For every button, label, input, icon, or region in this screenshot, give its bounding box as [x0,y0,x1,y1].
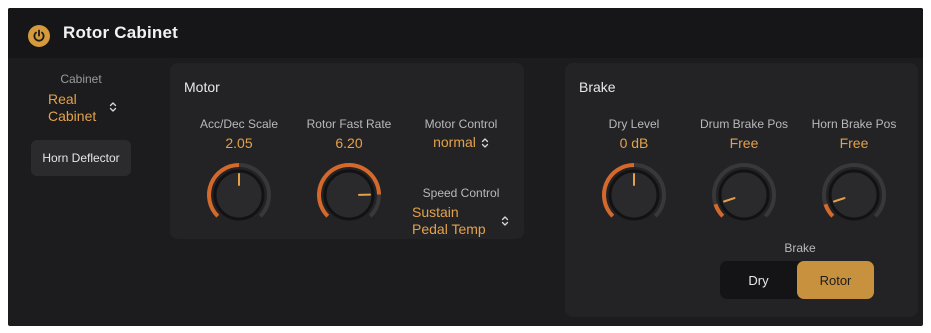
motor-control-label: Motor Control [424,117,498,131]
acc-dec-scale-value: 2.05 [225,135,253,151]
rotor-fast-rate-knob[interactable] [315,161,383,229]
drum-brake-pos-value: Free [729,135,759,151]
dry-level-label: Dry Level [608,117,660,131]
dry-level-value: 0 dB [619,135,649,151]
power-icon [33,29,45,42]
speed-control-label: Speed Control [422,186,500,200]
brake-option-rotor-label: Rotor [819,272,852,288]
cabinet-value-line1: Real [48,91,77,107]
brake-segmented-control: Dry Rotor [720,261,874,299]
chevron-updown-icon [109,102,117,112]
acc-dec-scale-knob[interactable] [205,161,273,229]
brake-option-dry-label: Dry [748,272,769,288]
horn-brake-pos-knob[interactable] [820,161,888,229]
horn-deflector-button[interactable]: Horn Deflector [31,140,131,176]
drum-brake-pos-knob[interactable] [710,161,778,229]
motor-control-select[interactable]: normal [406,134,516,152]
horn-deflector-label: Horn Deflector [42,151,120,165]
cabinet-label: Cabinet [60,72,102,86]
plugin-header: Rotor Cabinet [8,8,923,58]
speed-control-value-line1: Sustain [412,204,459,220]
horn-brake-pos-value: Free [839,135,869,151]
plugin-title: Rotor Cabinet [63,23,178,42]
knob-body [828,169,880,221]
chevron-updown-icon [501,216,509,226]
rotor-fast-rate-label: Rotor Fast Rate [306,117,392,131]
dry-level-knob[interactable] [600,161,668,229]
motor-control-value: normal [433,134,476,150]
rotor-cabinet-plugin: Rotor Cabinet Cabinet Real Cabinet Horn … [8,8,923,326]
power-button[interactable] [28,25,50,47]
cabinet-select[interactable]: Real Cabinet [48,91,128,127]
rotor-fast-rate-value: 6.20 [335,135,363,151]
speed-control-value-line2: Pedal Temp [412,221,486,237]
brake-title: Brake [579,79,616,95]
knob-body [718,169,770,221]
drum-brake-pos-label: Drum Brake Pos [699,117,789,131]
motor-title: Motor [184,79,220,95]
acc-dec-scale-label: Acc/Dec Scale [199,117,279,131]
brake-option-dry[interactable]: Dry [720,261,797,299]
brake-option-rotor[interactable]: Rotor [797,261,874,299]
cabinet-value-line2: Cabinet [48,108,97,124]
brake-switch-label: Brake [784,241,816,255]
speed-control-select[interactable]: Sustain Pedal Temp [412,204,512,240]
chevron-updown-icon [481,138,489,148]
motor-panel: Motor Acc/Dec Scale 2.05 Rotor Fast Rate… [170,63,524,239]
horn-brake-pos-label: Horn Brake Pos [811,117,897,131]
